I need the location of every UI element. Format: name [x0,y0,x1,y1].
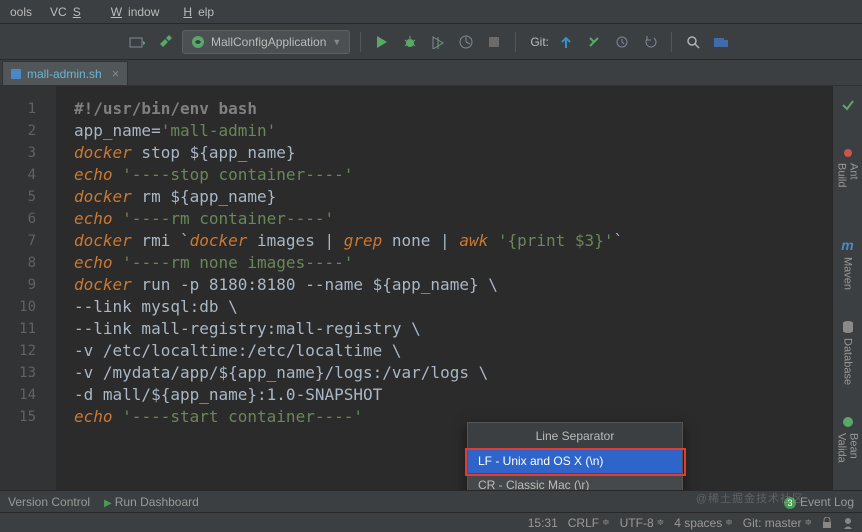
shell-file-icon [11,69,21,79]
line-number-gutter: 123456789101112131415 [0,86,56,490]
main-toolbar: MallConfigApplication ▼ Git: [0,24,862,60]
tool-bean-validation[interactable]: Bean Valida [836,415,860,490]
status-hector-icon[interactable] [842,517,854,529]
code-area[interactable]: #!/usr/bin/env bashapp_name='mall-admin'… [56,86,832,490]
line-number: 13 [0,362,56,384]
line-number: 8 [0,252,56,274]
status-caret-position[interactable]: 15:31 [528,516,558,530]
line-number: 10 [0,296,56,318]
status-git-branch[interactable]: Git: master ≑ [743,516,812,530]
code-line[interactable]: -d mall/${app_name}:1.0-SNAPSHOT [74,384,832,406]
bean-icon [841,415,855,429]
watermark-text: @稀土掘金技术社区 [696,490,804,506]
tool-maven[interactable]: m Maven [841,237,853,290]
code-line[interactable]: docker run -p 8180:8180 --name ${app_nam… [74,274,832,296]
tool-database[interactable]: Database [841,320,855,385]
git-label: Git: [530,35,549,49]
spring-icon [191,35,205,49]
code-editor[interactable]: 123456789101112131415 #!/usr/bin/env bas… [0,86,832,490]
debug-button[interactable] [399,31,421,53]
vcs-update-icon[interactable] [555,31,577,53]
code-line[interactable]: docker rm ${app_name} [74,186,832,208]
code-line[interactable]: echo '----start container----' [74,406,832,428]
line-number: 1 [0,98,56,120]
code-line[interactable]: echo '----stop container----' [74,164,832,186]
vcs-revert-icon[interactable] [639,31,661,53]
code-line[interactable]: #!/usr/bin/env bash [74,98,832,120]
status-line-separator[interactable]: CRLF ≑ [568,516,610,530]
tool-ant-build[interactable]: Ant Build [836,146,860,207]
status-readonly-icon[interactable] [822,517,832,529]
close-tab-icon[interactable]: × [112,66,120,81]
line-number: 15 [0,406,56,428]
menu-tools[interactable]: ools [4,3,38,21]
profile-button[interactable] [455,31,477,53]
line-separator-popup: Line Separator LF - Unix and OS X (\n) C… [467,422,683,498]
code-line[interactable]: docker stop ${app_name} [74,142,832,164]
code-line[interactable]: app_name='mall-admin' [74,120,832,142]
editor-tab-bar: mall-admin.sh × [0,60,862,86]
file-tab-active[interactable]: mall-admin.sh × [2,61,128,85]
line-number: 3 [0,142,56,164]
code-line[interactable]: -v /etc/localtime:/etc/localtime \ [74,340,832,362]
hammer-icon[interactable] [154,31,176,53]
line-number: 12 [0,340,56,362]
build-icon[interactable] [126,31,148,53]
code-line[interactable]: echo '----rm none images----' [74,252,832,274]
menu-vcs[interactable]: VCS [44,3,93,21]
status-encoding[interactable]: UTF-8 ≑ [620,516,665,530]
line-number: 9 [0,274,56,296]
run-button[interactable] [371,31,393,53]
search-icon[interactable] [682,31,704,53]
tool-version-control[interactable]: Version Control [8,495,90,509]
popup-title: Line Separator [468,423,682,449]
status-indent[interactable]: 4 spaces ≑ [674,516,733,530]
menu-help[interactable]: Help [171,3,220,21]
stop-button[interactable] [483,31,505,53]
line-number: 11 [0,318,56,340]
maven-icon: m [841,237,853,253]
line-number: 4 [0,164,56,186]
file-tab-label: mall-admin.sh [27,67,102,81]
inspection-ok-icon[interactable] [837,94,859,116]
ide-settings-icon[interactable] [710,31,732,53]
tool-run-dashboard[interactable]: ▶Run Dashboard [104,495,199,509]
vcs-commit-icon[interactable] [583,31,605,53]
popup-item-lf[interactable]: LF - Unix and OS X (\n) [468,449,682,473]
menu-bar: ools VCS Window Help [0,0,862,24]
database-icon [841,320,855,334]
menu-window[interactable]: Window [99,3,166,21]
coverage-button[interactable] [427,31,449,53]
code-line[interactable]: echo '----rm container----' [74,208,832,230]
line-number: 6 [0,208,56,230]
line-number: 2 [0,120,56,142]
code-line[interactable]: --link mysql:db \ [74,296,832,318]
line-number: 5 [0,186,56,208]
dropdown-arrow-icon: ▼ [332,37,341,47]
run-config-label: MallConfigApplication [211,35,326,49]
vcs-history-icon[interactable] [611,31,633,53]
right-tool-rail: Ant Build m Maven Database Bean Valida [832,86,862,490]
line-number: 14 [0,384,56,406]
status-bar: 15:31 CRLF ≑ UTF-8 ≑ 4 spaces ≑ Git: mas… [0,512,862,532]
code-line[interactable]: -v /mydata/app/${app_name}/logs:/var/log… [74,362,832,384]
run-configuration-dropdown[interactable]: MallConfigApplication ▼ [182,30,350,54]
code-line[interactable]: docker rmi `docker images | grep none | … [74,230,832,252]
code-line[interactable]: --link mall-registry:mall-registry \ [74,318,832,340]
line-number: 7 [0,230,56,252]
ant-icon [841,146,855,160]
